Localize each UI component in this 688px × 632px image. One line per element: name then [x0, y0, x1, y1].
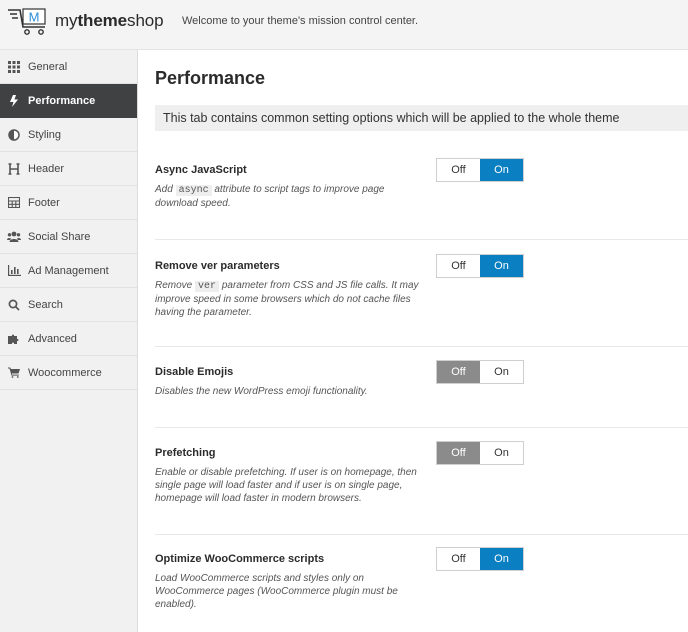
toggle-on-option[interactable]: On — [480, 255, 523, 277]
toggle-off-option[interactable]: Off — [437, 548, 480, 570]
table-icon — [6, 195, 22, 211]
options-sidebar: General Performance Styling Header Foote… — [0, 50, 138, 632]
setting-title: Optimize WooCommerce scripts — [155, 553, 325, 565]
sidebar-item-woocommerce[interactable]: Woocommerce — [0, 356, 137, 390]
puzzle-icon — [6, 331, 22, 347]
setting-description: Add async attribute to script tags to im… — [155, 184, 385, 209]
info-notice: This tab contains common setting options… — [155, 105, 688, 131]
setting-description: Remove ver parameter from CSS and JS fil… — [155, 280, 419, 318]
prefetching-toggle[interactable]: Off On — [436, 441, 524, 465]
sidebar-item-styling[interactable]: Styling — [0, 118, 137, 152]
toggle-on-option[interactable]: On — [480, 442, 523, 464]
sidebar-item-footer[interactable]: Footer — [0, 186, 137, 220]
disable-emojis-toggle[interactable]: Off On — [436, 360, 524, 384]
logo-mark: M — [29, 10, 40, 25]
sidebar-item-label: Search — [28, 298, 63, 311]
toggle-off-option[interactable]: Off — [437, 442, 480, 464]
sidebar-item-label: Styling — [28, 128, 62, 141]
setting-remove-ver-parameters: Remove ver parameters Remove ver paramet… — [155, 254, 688, 347]
sidebar-item-label: General — [28, 60, 68, 73]
header-tagline: Welcome to your theme's mission control … — [182, 15, 419, 27]
contrast-icon — [6, 127, 22, 143]
setting-description: Load WooCommerce scripts and styles only… — [155, 573, 398, 610]
toggle-off-option[interactable]: Off — [437, 159, 480, 181]
setting-description: Enable or disable prefetching. If user i… — [155, 467, 417, 504]
search-icon — [6, 297, 22, 313]
setting-disable-emojis: Disable Emojis Disables the new WordPres… — [155, 360, 688, 428]
setting-optimize-woocommerce-scripts: Optimize WooCommerce scripts Load WooCom… — [155, 547, 688, 632]
sidebar-item-advanced[interactable]: Advanced — [0, 322, 137, 356]
bolt-icon — [6, 93, 22, 109]
setting-title: Async JavaScript — [155, 164, 247, 176]
cart-icon — [6, 365, 22, 381]
shopping-cart-logo-icon: M — [8, 8, 46, 35]
toggle-on-option[interactable]: On — [480, 361, 523, 383]
remove-ver-toggle[interactable]: Off On — [436, 254, 524, 278]
setting-description: Disables the new WordPress emoji functio… — [155, 386, 368, 397]
sidebar-item-header[interactable]: Header — [0, 152, 137, 186]
logo-text: mythemeshop — [55, 11, 164, 30]
setting-title: Disable Emojis — [155, 366, 234, 378]
sidebar-item-label: Footer — [28, 196, 60, 209]
users-icon — [6, 229, 22, 245]
async-js-toggle[interactable]: Off On — [436, 158, 524, 182]
grid-icon — [6, 59, 22, 75]
sidebar-item-label: Ad Management — [28, 264, 109, 277]
sidebar-item-label: Woocommerce — [28, 366, 102, 379]
header-icon — [6, 161, 22, 177]
page-title: Performance — [155, 68, 266, 88]
sidebar-item-label: Header — [28, 162, 65, 175]
toggle-on-option[interactable]: On — [480, 159, 523, 181]
setting-title: Remove ver parameters — [155, 260, 280, 272]
main-panel: Performance This tab contains common set… — [139, 50, 688, 632]
setting-prefetching: Prefetching Enable or disable prefetchin… — [155, 441, 688, 535]
code-snippet: async — [175, 185, 212, 196]
sidebar-item-search[interactable]: Search — [0, 288, 137, 322]
sidebar-item-label: Social Share — [28, 230, 91, 243]
sidebar-item-label: Advanced — [28, 332, 77, 345]
sidebar-item-performance[interactable]: Performance — [0, 84, 137, 118]
toggle-on-option[interactable]: On — [480, 548, 523, 570]
bar-chart-icon — [6, 263, 22, 279]
sidebar-item-label: Performance — [28, 94, 96, 107]
sidebar-item-general[interactable]: General — [0, 50, 137, 84]
sidebar-item-social-share[interactable]: Social Share — [0, 220, 137, 254]
code-snippet: ver — [195, 281, 220, 292]
toggle-off-option[interactable]: Off — [437, 255, 480, 277]
setting-async-javascript: Async JavaScript Add async attribute to … — [155, 158, 688, 240]
optimize-woocommerce-toggle[interactable]: Off On — [436, 547, 524, 571]
toggle-off-option[interactable]: Off — [437, 361, 480, 383]
setting-title: Prefetching — [155, 447, 216, 459]
mythemeshop-logo[interactable]: M mythemeshop — [8, 6, 164, 36]
sidebar-item-ad-management[interactable]: Ad Management — [0, 254, 137, 288]
top-header: M mythemeshop Welcome to your theme's mi… — [0, 0, 688, 50]
